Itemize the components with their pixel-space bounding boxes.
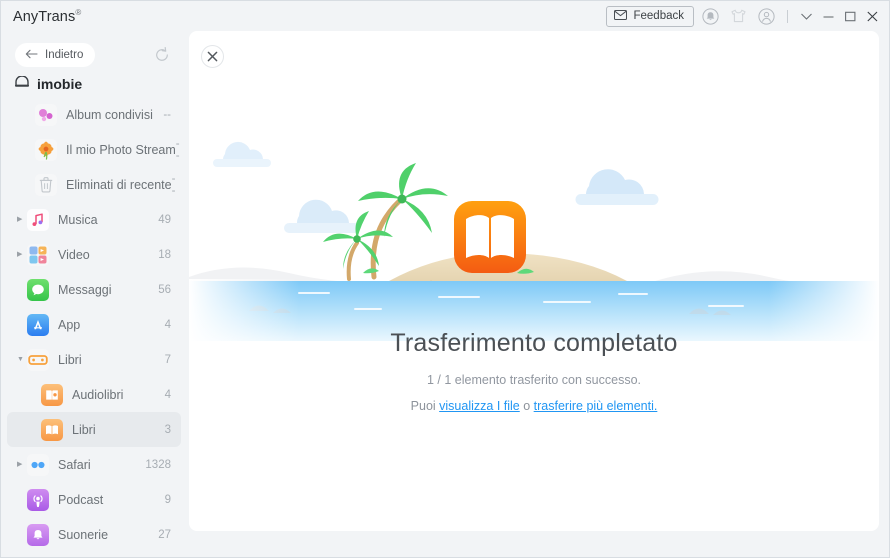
titlebar: AnyTrans® Feedback bbox=[1, 1, 889, 31]
panel-close-button[interactable] bbox=[201, 45, 224, 68]
sidebar-item-libri[interactable]: Libri 3 bbox=[7, 412, 181, 447]
titlebar-controls: Feedback bbox=[606, 1, 889, 31]
sidebar: Indietro imobie Album condivisi -- Il mi… bbox=[1, 31, 187, 557]
sidebar-item-count: -- bbox=[175, 137, 180, 162]
sidebar-item-app[interactable]: App 4 bbox=[7, 307, 181, 342]
maximize-icon[interactable] bbox=[839, 4, 861, 28]
island-with-books-app-icon bbox=[189, 111, 879, 341]
sidebar-item-count: 1328 bbox=[145, 458, 171, 471]
refresh-icon[interactable] bbox=[151, 44, 173, 66]
books-icon bbox=[41, 418, 63, 441]
sidebar-item-label: Video bbox=[58, 247, 90, 262]
books-group-icon bbox=[27, 348, 49, 371]
shared-albums-icon bbox=[35, 103, 57, 126]
sidebar-item-count: 9 bbox=[164, 493, 171, 506]
titlebar-separator bbox=[787, 9, 788, 23]
sidebar-item-label: Album condivisi bbox=[66, 107, 153, 122]
registered-mark: ® bbox=[75, 7, 82, 17]
sidebar-item-count: -- bbox=[163, 108, 171, 121]
sidebar-toolbar: Indietro bbox=[1, 39, 187, 71]
sidebar-item-label: Libri bbox=[72, 422, 96, 437]
close-icon[interactable] bbox=[861, 4, 883, 28]
sidebar-item-label: Safari bbox=[58, 457, 91, 472]
back-label: Indietro bbox=[45, 49, 84, 61]
sidebar-item-eliminati-di-recente[interactable]: Eliminati di recente -- bbox=[7, 167, 181, 202]
expand-arrow-icon[interactable]: ▶ bbox=[17, 251, 27, 258]
audiobooks-icon bbox=[41, 383, 63, 406]
photo-stream-icon bbox=[35, 138, 57, 161]
sidebar-item-label: Audiolibri bbox=[72, 387, 124, 402]
sidebar-item-photo-stream[interactable]: Il mio Photo Stream -- bbox=[7, 132, 181, 167]
sidebar-item-count: 18 bbox=[158, 248, 171, 261]
sidebar-item-audiolibri[interactable]: Audiolibri 4 bbox=[7, 377, 181, 412]
sidebar-item-count: 7 bbox=[164, 353, 171, 366]
sidebar-item-count: 3 bbox=[164, 423, 171, 436]
sidebar-item-libri-group[interactable]: ▼ Libri 7 bbox=[7, 342, 181, 377]
music-icon bbox=[27, 208, 49, 231]
mail-icon bbox=[614, 9, 628, 23]
sidebar-item-label: Eliminati di recente bbox=[66, 177, 172, 192]
podcast-icon bbox=[27, 488, 49, 511]
chevron-down-icon[interactable] bbox=[795, 4, 817, 28]
trash-icon bbox=[35, 173, 57, 196]
sidebar-item-label: Podcast bbox=[58, 492, 104, 507]
sidebar-item-label: Libri bbox=[58, 352, 82, 367]
sidebar-item-label: Musica bbox=[58, 212, 98, 227]
sidebar-item-messaggi[interactable]: Messaggi 56 bbox=[7, 272, 181, 307]
shirt-icon[interactable] bbox=[726, 4, 750, 28]
sidebar-item-album-condivisi[interactable]: Album condivisi -- bbox=[7, 97, 181, 132]
feedback-button[interactable]: Feedback bbox=[606, 5, 694, 27]
sidebar-item-label: App bbox=[58, 317, 81, 332]
device-icon bbox=[15, 75, 29, 93]
sidebar-item-label: Suonerie bbox=[58, 527, 109, 542]
ringtones-icon bbox=[27, 523, 49, 546]
app-title-text: AnyTrans bbox=[13, 8, 76, 25]
feedback-label: Feedback bbox=[633, 10, 684, 22]
expand-arrow-icon[interactable]: ▶ bbox=[17, 216, 27, 223]
action-links: Puoi visualizza I file o trasferire più … bbox=[189, 399, 879, 413]
sidebar-item-label: Messaggi bbox=[58, 282, 112, 297]
collapse-arrow-icon[interactable]: ▼ bbox=[17, 356, 27, 363]
anytrans-window: AnyTrans® Feedback Indietro imobie Album… bbox=[0, 0, 890, 558]
completion-message: Trasferimento completato 1 / 1 elemento … bbox=[189, 329, 879, 413]
sidebar-item-safari[interactable]: ▶ Safari 1328 bbox=[7, 447, 181, 482]
sidebar-item-count: 27 bbox=[158, 528, 171, 541]
sidebar-item-video[interactable]: ▶ Video 18 bbox=[7, 237, 181, 272]
page-title: Trasferimento completato bbox=[390, 329, 678, 357]
account-icon[interactable] bbox=[754, 4, 778, 28]
content-panel: Trasferimento completato 1 / 1 elemento … bbox=[189, 31, 879, 531]
view-files-link[interactable]: visualizza I file bbox=[439, 399, 520, 413]
sidebar-item-count: 49 bbox=[158, 213, 171, 226]
links-prefix: Puoi bbox=[410, 399, 440, 413]
sidebar-item-count: 4 bbox=[164, 318, 171, 331]
sidebar-item-podcast[interactable]: Podcast 9 bbox=[7, 482, 181, 517]
status-text: 1 / 1 elemento trasferito con successo. bbox=[427, 373, 641, 387]
bell-icon[interactable] bbox=[698, 4, 722, 28]
appstore-icon bbox=[27, 313, 49, 336]
device-header[interactable]: imobie bbox=[1, 71, 187, 97]
links-middle: o bbox=[519, 399, 534, 413]
sidebar-item-suonerie[interactable]: Suonerie 27 bbox=[7, 517, 181, 552]
safari-icon bbox=[27, 453, 49, 476]
device-name: imobie bbox=[37, 76, 83, 92]
sidebar-item-label: Il mio Photo Stream bbox=[66, 142, 176, 157]
arrow-left-icon bbox=[25, 49, 38, 62]
sidebar-list: Album condivisi -- Il mio Photo Stream -… bbox=[1, 97, 187, 552]
expand-arrow-icon[interactable]: ▶ bbox=[17, 461, 27, 468]
messages-icon bbox=[27, 278, 49, 301]
transfer-more-link[interactable]: trasferire più elementi. bbox=[534, 399, 658, 413]
back-button[interactable]: Indietro bbox=[15, 43, 96, 67]
sidebar-item-count: -- bbox=[171, 172, 176, 197]
video-icon bbox=[27, 243, 49, 266]
minimize-icon[interactable] bbox=[817, 4, 839, 28]
sidebar-item-musica[interactable]: ▶ Musica 49 bbox=[7, 202, 181, 237]
sidebar-item-count: 56 bbox=[158, 283, 171, 296]
sidebar-item-count: 4 bbox=[164, 388, 171, 401]
app-title: AnyTrans® bbox=[13, 8, 81, 25]
